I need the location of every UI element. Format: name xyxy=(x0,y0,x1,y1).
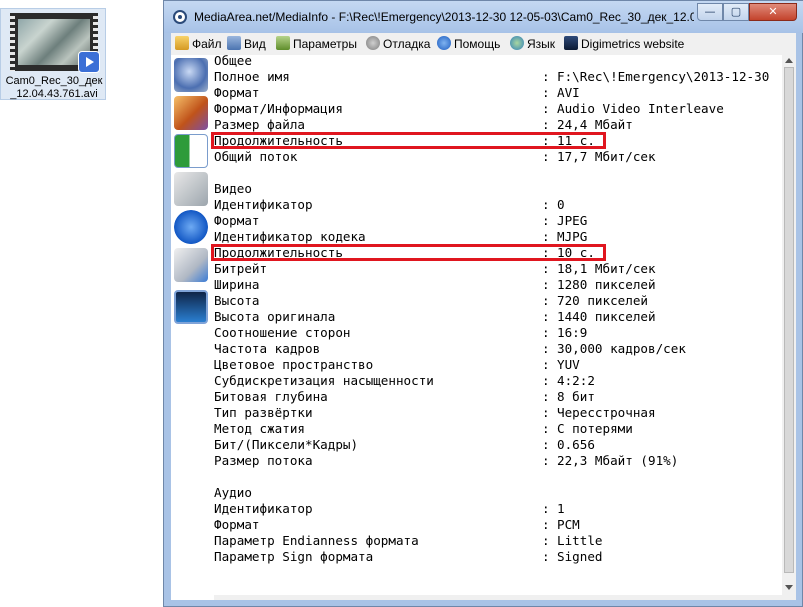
title-bar[interactable]: MediaArea.net/MediaInfo - F:\Rec\!Emerge… xyxy=(164,1,803,33)
menu-debug[interactable]: Отладка xyxy=(366,36,430,52)
highlight-video-duration xyxy=(211,244,606,261)
menu-language[interactable]: Язык xyxy=(510,36,555,52)
folder-icon xyxy=(175,36,189,50)
basic-view-icon[interactable] xyxy=(174,58,208,92)
close-button[interactable]: ✕ xyxy=(749,3,797,21)
menu-digimetrics[interactable]: Digimetrics website xyxy=(564,36,684,52)
menu-options[interactable]: Параметры xyxy=(276,36,357,52)
mediainfo-app-icon[interactable] xyxy=(173,10,187,24)
file-label-line2: _12.04.43.761.avi xyxy=(10,88,98,100)
view-sidebar xyxy=(171,55,212,600)
horizontal-scrollbar[interactable] xyxy=(214,595,796,600)
vertical-scrollbar[interactable] xyxy=(782,55,796,595)
info-icon xyxy=(437,36,451,50)
minimize-button[interactable]: — xyxy=(697,3,723,21)
options-icon xyxy=(276,36,290,50)
window-title: MediaArea.net/MediaInfo - F:\Rec\!Emerge… xyxy=(194,10,694,24)
menu-language-label: Язык xyxy=(527,37,556,51)
menu-view[interactable]: Вид xyxy=(227,36,266,52)
menu-options-label: Параметры xyxy=(293,37,357,51)
menu-help-label: Помощь xyxy=(454,37,501,51)
client-area: Общее Полное имя: F:\Rec\!Emergency\2013-… xyxy=(171,55,796,600)
file-label-line1: Cam0_Rec_30_дек xyxy=(5,75,103,87)
sheet-view-icon[interactable] xyxy=(174,96,208,130)
menu-bar: Файл Вид Параметры Отладка Помощь Язык D… xyxy=(171,33,796,56)
scroll-up-arrow-icon[interactable] xyxy=(785,58,793,63)
menu-file[interactable]: Файл xyxy=(175,36,222,52)
globe-icon xyxy=(510,36,524,50)
video-thumbnail-icon xyxy=(10,13,100,73)
tools-view-icon[interactable] xyxy=(174,172,208,206)
view-icon xyxy=(227,36,241,50)
scrollbar-thumb[interactable] xyxy=(784,67,794,573)
play-badge-icon xyxy=(78,51,100,73)
scroll-down-arrow-icon[interactable] xyxy=(785,585,793,590)
desktop-file-icon[interactable]: Cam0_Rec_30_дек _12.04.43.761.avi xyxy=(0,8,106,100)
highlight-general-duration xyxy=(211,132,606,149)
digimetrics-icon xyxy=(564,36,578,50)
info-view-icon[interactable] xyxy=(174,210,208,244)
menu-file-label: Файл xyxy=(192,37,222,51)
menu-digimetrics-label: Digimetrics website xyxy=(581,37,685,51)
mediainfo-window: MediaArea.net/MediaInfo - F:\Rec\!Emerge… xyxy=(163,0,803,607)
menu-debug-label: Отладка xyxy=(383,37,431,51)
gear-icon xyxy=(366,36,380,50)
maximize-button[interactable]: ▢ xyxy=(723,3,749,21)
menu-view-label: Вид xyxy=(244,37,266,51)
export-view-icon[interactable] xyxy=(174,248,208,282)
waveform-view-icon[interactable] xyxy=(174,290,208,324)
tree-view-icon[interactable] xyxy=(174,134,208,168)
menu-help[interactable]: Помощь xyxy=(437,36,500,52)
desktop-file-label: Cam0_Rec_30_дек _12.04.43.761.avi xyxy=(3,75,105,101)
